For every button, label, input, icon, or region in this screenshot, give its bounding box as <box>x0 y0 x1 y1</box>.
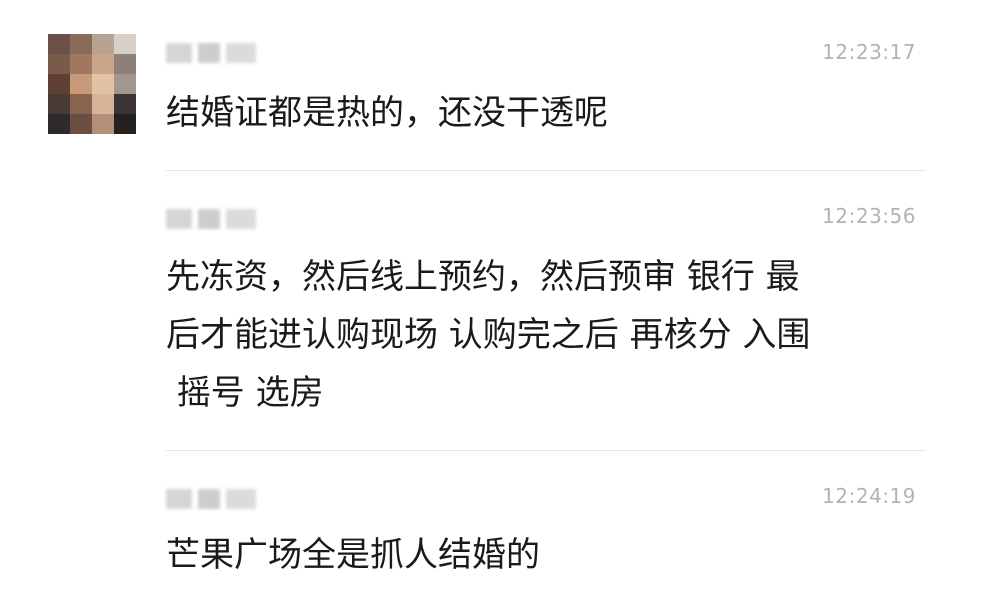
message-time: 12:23:17 <box>822 40 916 64</box>
sender-name-blurred <box>166 488 256 510</box>
message-text: 结婚证都是热的，还没干透呢 <box>166 93 608 133</box>
avatar[interactable] <box>48 34 136 134</box>
message-1: 12:23:17 结婚证都是热的，还没干透呢 <box>166 36 926 146</box>
divider <box>166 170 926 171</box>
message-text: 先冻资，然后线上预约，然后预审 银行 最 后才能进认购现场 认购完之后 再核分 … <box>166 257 811 413</box>
message-2: 12:23:56 先冻资，然后线上预约，然后预审 银行 最 后才能进认购现场 认… <box>166 200 926 420</box>
message-time: 12:23:56 <box>822 204 916 228</box>
message-3: 12:24:19 芒果广场全是抓人结婚的 <box>166 482 926 592</box>
message-time: 12:24:19 <box>822 484 916 508</box>
sender-name-blurred <box>166 208 256 230</box>
message-text: 芒果广场全是抓人结婚的 <box>166 535 540 575</box>
chat-window: 12:23:17 结婚证都是热的，还没干透呢 12:23:56 先冻资，然后线上… <box>0 0 1000 611</box>
sender-name-blurred <box>166 42 256 64</box>
divider <box>166 450 926 451</box>
